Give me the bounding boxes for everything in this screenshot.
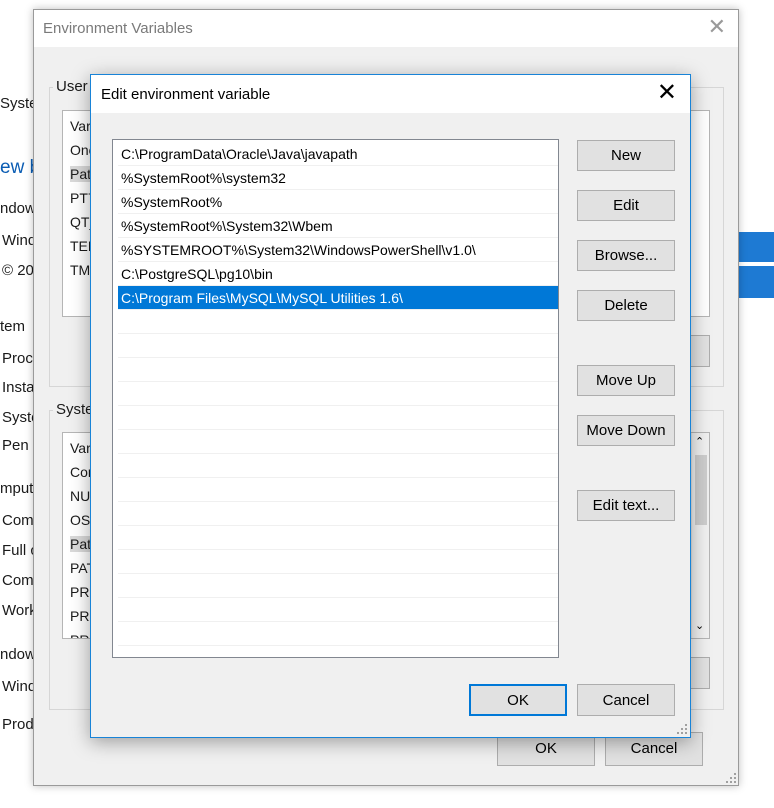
empty-row[interactable] <box>118 334 558 358</box>
empty-row[interactable] <box>118 358 558 382</box>
list-item[interactable]: Pat <box>70 166 92 182</box>
empty-row[interactable] <box>118 622 558 646</box>
path-row[interactable]: %SystemRoot%\system32 <box>118 166 558 190</box>
empty-row[interactable] <box>118 310 558 334</box>
edit-environment-variable-dialog: Edit environment variable ✕ C:\ProgramDa… <box>90 74 691 738</box>
move-up-button[interactable]: Move Up <box>577 365 675 396</box>
bg-fragment: Com <box>2 512 34 529</box>
bg-fragment: Wind <box>2 678 37 695</box>
system-list-scrollbar[interactable]: ⌃ ⌄ <box>691 433 709 638</box>
list-item[interactable]: PR <box>70 632 89 638</box>
list-item[interactable]: NU <box>70 488 90 504</box>
list-item[interactable]: Pat <box>70 536 92 552</box>
path-row[interactable]: %SystemRoot% <box>118 190 558 214</box>
bg-fragment: Insta <box>2 379 35 396</box>
edit-text-button[interactable]: Edit text... <box>577 490 675 521</box>
bg-fragment: Com <box>2 572 34 589</box>
path-row[interactable]: C:\ProgramData\Oracle\Java\javapath <box>118 142 558 166</box>
windows-logo-icon <box>739 232 774 262</box>
bg-fragment: Work <box>2 602 37 619</box>
bg-fragment: tem <box>0 318 26 335</box>
empty-row[interactable] <box>118 406 558 430</box>
edit-dialog-title: Edit environment variable <box>101 86 271 103</box>
empty-row[interactable] <box>118 598 558 622</box>
path-list[interactable]: C:\ProgramData\Oracle\Java\javapath %Sys… <box>112 139 559 658</box>
scroll-up-icon[interactable]: ⌃ <box>695 435 704 448</box>
browse-button[interactable]: Browse... <box>577 240 675 271</box>
windows-logo-icon <box>739 266 774 298</box>
env-dialog-title: Environment Variables <box>43 20 193 37</box>
empty-row[interactable] <box>118 478 558 502</box>
user-group-label: User <box>53 78 91 95</box>
edit-titlebar: Edit environment variable ✕ <box>91 75 690 113</box>
close-icon[interactable]: ✕ <box>657 81 677 105</box>
path-row[interactable]: %SYSTEMROOT%\System32\WindowsPowerShell\… <box>118 238 558 262</box>
move-down-button[interactable]: Move Down <box>577 415 675 446</box>
path-row[interactable]: C:\PostgreSQL\pg10\bin <box>118 262 558 286</box>
edit-button[interactable]: Edit <box>577 190 675 221</box>
path-row[interactable]: %SystemRoot%\System32\Wbem <box>118 214 558 238</box>
new-button[interactable]: New <box>577 140 675 171</box>
list-item[interactable]: Var <box>70 118 91 134</box>
empty-row[interactable] <box>118 526 558 550</box>
env-titlebar: Environment Variables ✕ <box>34 10 738 47</box>
empty-row[interactable] <box>118 502 558 526</box>
bg-fragment: Wind <box>2 232 37 249</box>
empty-row[interactable] <box>118 430 558 454</box>
close-icon[interactable]: ✕ <box>708 16 726 38</box>
bg-fragment: © 20 <box>2 262 34 279</box>
bg-fragment: Prod <box>2 716 34 733</box>
list-item[interactable]: Var <box>70 440 91 456</box>
delete-button[interactable]: Delete <box>577 290 675 321</box>
path-row-selected[interactable]: C:\Program Files\MySQL\MySQL Utilities 1… <box>118 286 558 310</box>
cancel-button[interactable]: Cancel <box>577 684 675 716</box>
empty-row[interactable] <box>118 382 558 406</box>
scroll-thumb[interactable] <box>695 455 707 525</box>
empty-row[interactable] <box>118 454 558 478</box>
resize-grip-icon[interactable] <box>677 724 687 734</box>
resize-grip-icon[interactable] <box>726 773 736 783</box>
scroll-down-icon[interactable]: ⌄ <box>695 619 704 632</box>
ok-button[interactable]: OK <box>469 684 567 716</box>
list-item[interactable]: OS <box>70 512 90 528</box>
empty-row[interactable] <box>118 574 558 598</box>
empty-row[interactable] <box>118 550 558 574</box>
